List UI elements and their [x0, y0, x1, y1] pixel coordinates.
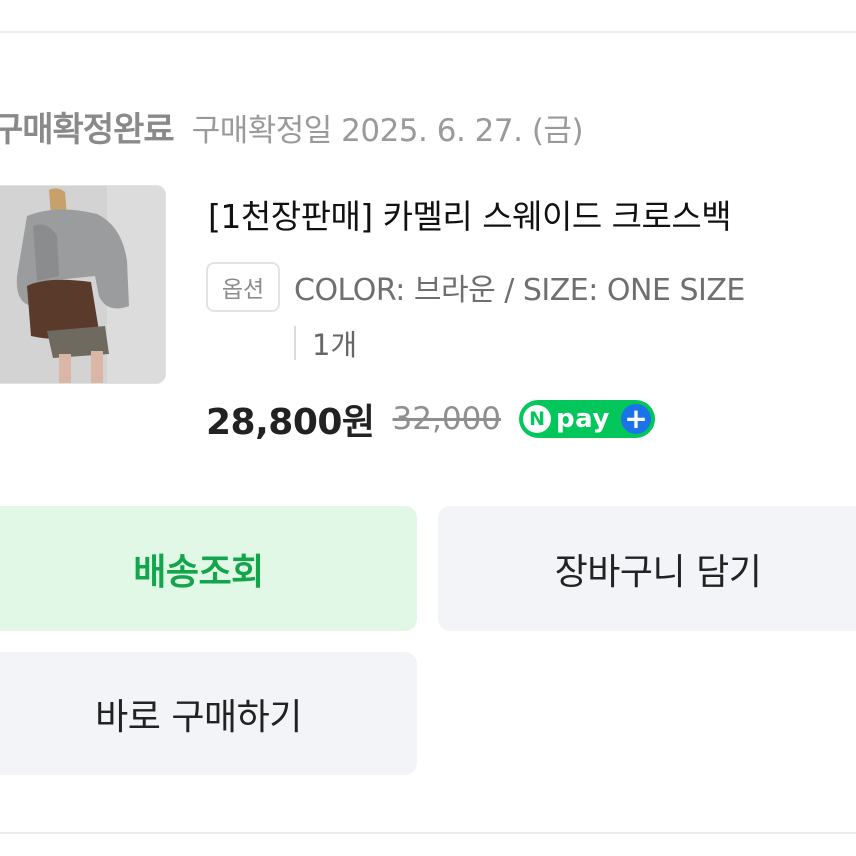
original-price: 32,000: [392, 401, 502, 437]
sale-price: 28,800원: [206, 402, 375, 443]
option-badge: 옵션: [206, 262, 280, 312]
top-divider: [0, 31, 856, 33]
order-status-title: 구매확정완료: [0, 110, 175, 150]
npay-badge: N pay +: [519, 400, 656, 438]
price-row: 28,800원 32,000 N pay +: [206, 393, 656, 445]
option-value: COLOR: 브라운 / SIZE: ONE SIZE: [294, 273, 745, 308]
quantity-value: 1개: [312, 328, 358, 362]
npay-plus-icon: +: [621, 404, 652, 434]
bottom-divider: [0, 832, 856, 834]
product-option-row: 옵션 COLOR: 브라운 / SIZE: ONE SIZE: [206, 262, 745, 312]
order-status-row: 구매확정완료 구매확정일 2025. 6. 27. (금): [0, 102, 584, 150]
product-photo-icon: [0, 186, 165, 383]
buy-now-button[interactable]: 바로 구매하기: [0, 652, 417, 775]
npay-n-icon: N: [523, 405, 552, 433]
product-name[interactable]: [1천장판매] 카멜리 스웨이드 크로스백: [208, 190, 732, 238]
quantity-row: 1개: [294, 322, 357, 364]
npay-label: pay: [556, 404, 610, 434]
track-delivery-button[interactable]: 배송조회: [0, 506, 417, 631]
quantity-divider: [294, 326, 296, 360]
add-to-cart-button[interactable]: 장바구니 담기: [438, 506, 856, 631]
purchase-confirm-date: 구매확정일 2025. 6. 27. (금): [191, 113, 584, 149]
product-thumbnail[interactable]: [0, 185, 166, 384]
